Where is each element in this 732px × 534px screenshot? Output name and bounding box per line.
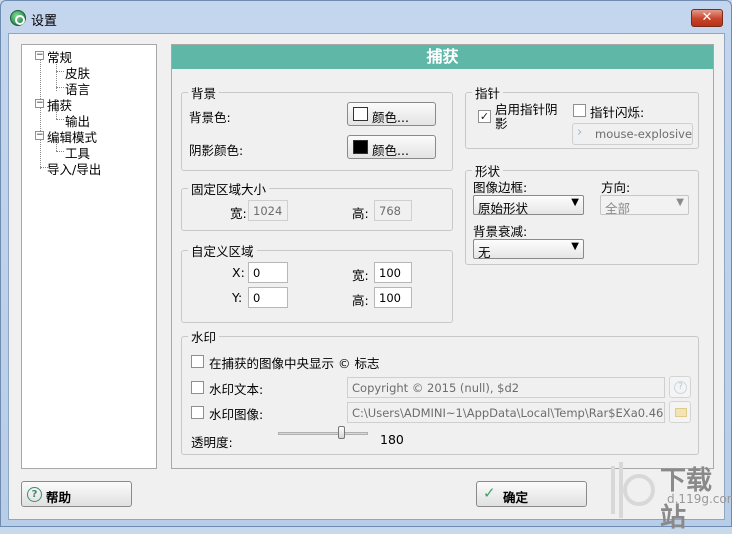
- custom-width-label: 宽:: [352, 268, 369, 283]
- center-logo-label: 在捕获的图像中央显示 © 标志: [209, 356, 380, 371]
- collapse-icon[interactable]: −: [35, 51, 44, 60]
- watermark-image-checkbox[interactable]: [191, 406, 204, 419]
- enable-shadow-label: 启用指针阴影: [495, 102, 558, 131]
- tree-connector: [56, 151, 64, 152]
- button-label: 颜色...: [372, 110, 409, 125]
- slider-thumb[interactable]: [338, 426, 345, 439]
- select-value: 原始形状: [478, 201, 529, 216]
- tree-connector: [56, 71, 64, 72]
- custom-x-label: X:: [232, 265, 245, 280]
- bg-color-swatch: [353, 107, 368, 121]
- group-legend: 水印: [191, 330, 217, 345]
- blink-label: 指针闪烁:: [590, 105, 645, 120]
- question-icon: ?: [674, 381, 687, 394]
- fixed-width-label: 宽:: [230, 206, 247, 221]
- tree-connector: [56, 87, 64, 88]
- shadow-color-button[interactable]: 颜色...: [347, 135, 436, 159]
- capture-settings-panel: 捕获 背景 背景色: 颜色... 阴影颜色: 颜色... 固定区域大小 宽: 1…: [171, 44, 714, 469]
- tree-connector: [56, 119, 64, 120]
- bg-color-button[interactable]: 颜色...: [347, 102, 436, 126]
- group-legend: 背景: [191, 86, 217, 101]
- browse-folder-button[interactable]: [669, 401, 691, 423]
- bg-color-label: 背景色:: [189, 110, 231, 125]
- shadow-color-swatch: [353, 140, 368, 154]
- shadow-color-label: 阴影颜色:: [189, 143, 244, 158]
- group-legend: 固定区域大小: [191, 182, 267, 197]
- select-value: 全部: [605, 201, 631, 216]
- select-value: 无: [478, 245, 491, 260]
- custom-height-label: 高:: [352, 293, 369, 308]
- site-watermark: 下载站 d.119g.com: [605, 456, 732, 533]
- button-label: 帮助: [46, 490, 72, 505]
- arrow-right-icon: ›: [577, 125, 583, 140]
- custom-area-group: 自定义区域: [181, 241, 453, 323]
- center-logo-checkbox[interactable]: [191, 355, 204, 368]
- settings-tree[interactable]: − 常规 皮肤 语言 − 捕获 输出 − 编辑模式 工具 导入/导出: [21, 44, 157, 469]
- watermark-text-checkbox[interactable]: [191, 381, 204, 394]
- bg-fade-label: 背景衰减:: [473, 224, 528, 239]
- folder-icon: [675, 408, 687, 417]
- dropdown-arrow-icon: ▼: [571, 241, 579, 252]
- opacity-value: 180: [380, 432, 404, 447]
- window-title: 设置: [31, 14, 58, 29]
- settings-window: 设置 ✕ − 常规 皮肤 语言 − 捕获 输出 − 编辑模式 工具 导入/导出: [0, 0, 732, 533]
- custom-width-input[interactable]: 100: [374, 262, 412, 283]
- slider-track[interactable]: [278, 432, 368, 435]
- watermark-text-input[interactable]: Copyright © 2015 (null), $d2: [347, 377, 665, 398]
- check-icon: ✓: [483, 484, 496, 502]
- ok-button[interactable]: ✓ 确定: [476, 481, 587, 507]
- image-border-label: 图像边框:: [473, 180, 528, 195]
- custom-x-input[interactable]: 0: [248, 262, 288, 283]
- custom-y-label: Y:: [232, 290, 243, 305]
- collapse-icon[interactable]: −: [35, 131, 44, 140]
- fixed-width-input[interactable]: 1024: [248, 200, 288, 221]
- watermark-image-label: 水印图像:: [209, 407, 264, 422]
- group-legend: 指针: [475, 86, 501, 101]
- button-label: 颜色...: [372, 143, 409, 158]
- custom-y-input[interactable]: 0: [248, 287, 288, 308]
- fixed-height-label: 高:: [352, 206, 369, 221]
- tree-item-import-export[interactable]: 导入/导出: [47, 159, 101, 178]
- tree-connector: [40, 59, 41, 169]
- site-url: d.119g.com: [667, 492, 732, 506]
- fixed-area-group: 固定区域大小: [181, 179, 453, 231]
- collapse-icon[interactable]: −: [35, 99, 44, 108]
- direction-select[interactable]: 全部 ▼: [600, 195, 689, 216]
- blink-file-button[interactable]: mouse-explosive.pn: [572, 123, 693, 145]
- dropdown-arrow-icon: ▼: [571, 197, 579, 208]
- help-icon: ?: [27, 487, 42, 502]
- image-border-select[interactable]: 原始形状 ▼: [473, 195, 584, 216]
- blink-checkbox[interactable]: [573, 104, 586, 117]
- custom-height-input[interactable]: 100: [374, 287, 412, 308]
- enable-shadow-checkbox[interactable]: ✓: [478, 110, 491, 123]
- direction-label: 方向:: [601, 180, 631, 195]
- watermark-text-label: 水印文本:: [209, 382, 264, 397]
- help-button[interactable]: ? 帮助: [21, 481, 132, 507]
- opacity-label: 透明度:: [191, 435, 233, 450]
- close-button[interactable]: ✕: [691, 9, 723, 27]
- watermark-image-input[interactable]: C:\Users\ADMINI~1\AppData\Local\Temp\Rar…: [347, 402, 665, 423]
- button-label: 确定: [503, 490, 529, 505]
- dialog-body: − 常规 皮肤 语言 − 捕获 输出 − 编辑模式 工具 导入/导出 捕获 背景…: [8, 33, 725, 520]
- dropdown-arrow-icon: ▼: [676, 197, 684, 208]
- title-bar[interactable]: 设置 ✕: [1, 1, 731, 35]
- group-legend: 自定义区域: [191, 244, 254, 259]
- app-icon: [10, 10, 26, 26]
- bg-fade-select[interactable]: 无 ▼: [473, 239, 584, 260]
- watermark-text-help-button[interactable]: ?: [669, 376, 691, 398]
- panel-title: 捕获: [172, 45, 713, 69]
- fixed-height-input[interactable]: 768: [374, 200, 412, 221]
